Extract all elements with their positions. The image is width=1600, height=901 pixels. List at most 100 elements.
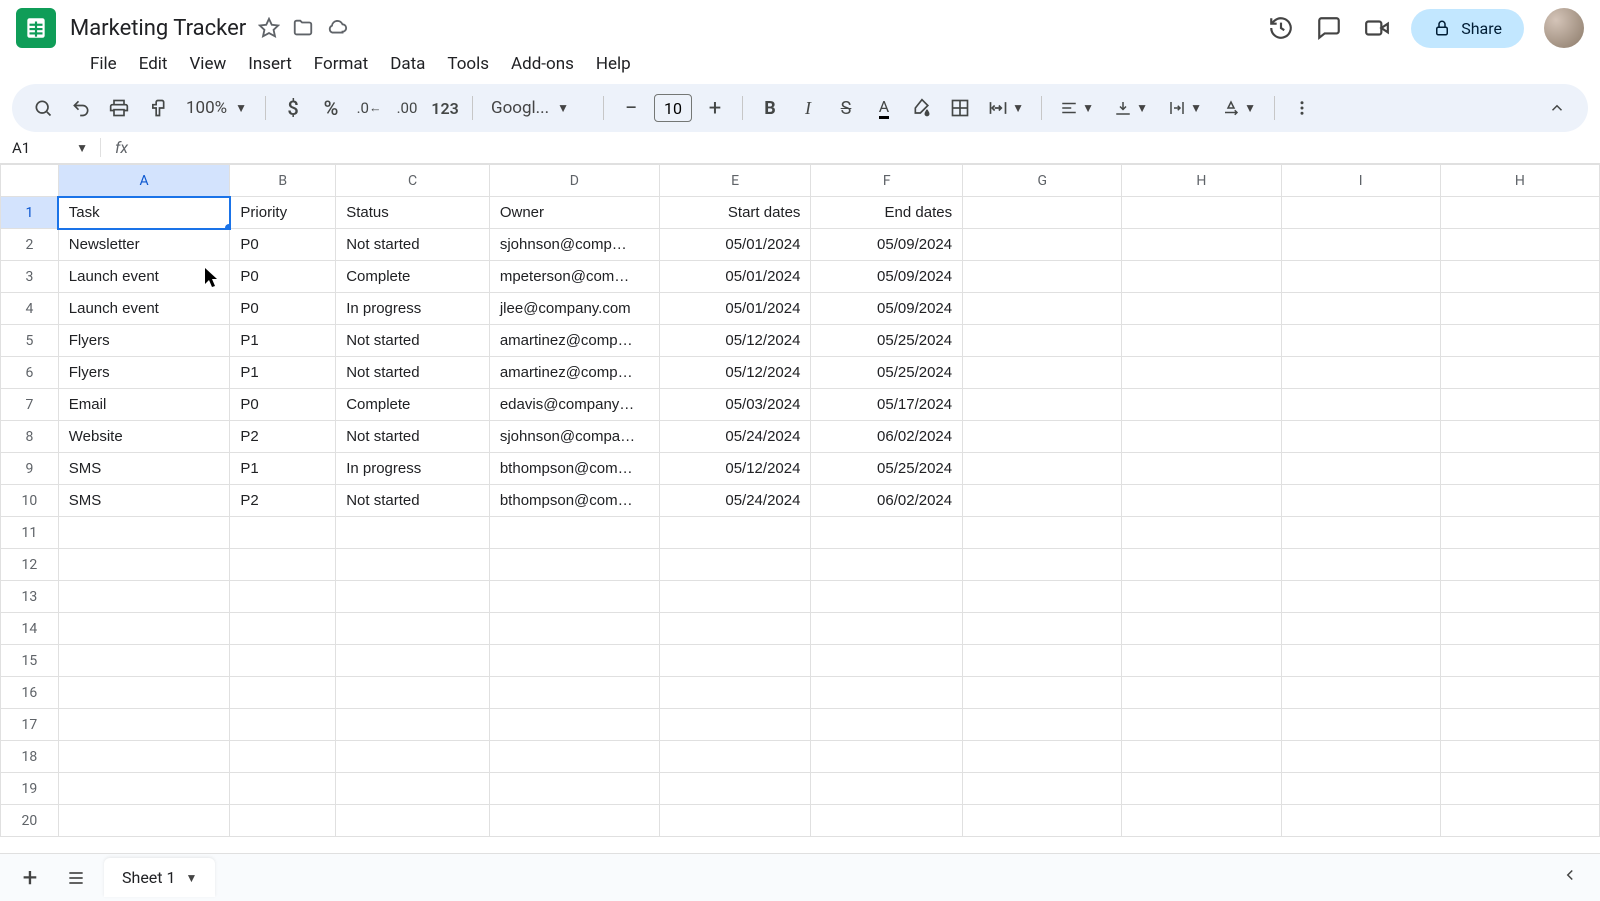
cell-I16[interactable] bbox=[1281, 677, 1440, 709]
cell-A18[interactable] bbox=[58, 741, 230, 773]
row-header-11[interactable]: 11 bbox=[1, 517, 59, 549]
cell-I1[interactable] bbox=[1281, 197, 1440, 229]
col-header-A[interactable]: A bbox=[58, 165, 230, 197]
menu-addons[interactable]: Add-ons bbox=[501, 50, 584, 78]
cell-A1[interactable]: Task bbox=[58, 197, 230, 229]
merge-cells-icon[interactable]: ▼ bbox=[981, 91, 1031, 125]
cell-F9[interactable]: 05/25/2024 bbox=[811, 453, 963, 485]
select-all-corner[interactable] bbox=[1, 165, 59, 197]
cell-D8[interactable]: sjohnson@compa… bbox=[489, 421, 659, 453]
row-header-2[interactable]: 2 bbox=[1, 229, 59, 261]
cell-A12[interactable] bbox=[58, 549, 230, 581]
col-header-C[interactable]: C bbox=[336, 165, 490, 197]
cell-E14[interactable] bbox=[659, 613, 811, 645]
cell-F2[interactable]: 05/09/2024 bbox=[811, 229, 963, 261]
cell-B10[interactable]: P2 bbox=[230, 485, 336, 517]
undo-icon[interactable] bbox=[64, 91, 98, 125]
cell-E12[interactable] bbox=[659, 549, 811, 581]
cell-G5[interactable] bbox=[963, 325, 1122, 357]
cell-D15[interactable] bbox=[489, 645, 659, 677]
cell-E1[interactable]: Start dates bbox=[659, 197, 811, 229]
search-menus-icon[interactable] bbox=[26, 91, 60, 125]
cell-E16[interactable] bbox=[659, 677, 811, 709]
cell-E11[interactable] bbox=[659, 517, 811, 549]
cell-C4[interactable]: In progress bbox=[336, 293, 490, 325]
explore-button[interactable] bbox=[1554, 859, 1586, 891]
font-size-increase[interactable]: + bbox=[698, 91, 732, 125]
cell-A13[interactable] bbox=[58, 581, 230, 613]
cell-A3[interactable]: Launch event bbox=[58, 261, 230, 293]
cell-G16[interactable] bbox=[963, 677, 1122, 709]
cell-H17[interactable] bbox=[1440, 709, 1599, 741]
text-wrap-icon[interactable]: ▼ bbox=[1160, 91, 1210, 125]
cell-H2[interactable] bbox=[1440, 229, 1599, 261]
font-size-decrease[interactable]: − bbox=[614, 91, 648, 125]
comments-icon[interactable] bbox=[1315, 14, 1343, 42]
cell-G9[interactable] bbox=[963, 453, 1122, 485]
cell-I5[interactable] bbox=[1281, 325, 1440, 357]
cell-C14[interactable] bbox=[336, 613, 490, 645]
cell-H19[interactable] bbox=[1440, 773, 1599, 805]
cell-A9[interactable]: SMS bbox=[58, 453, 230, 485]
cell-D17[interactable] bbox=[489, 709, 659, 741]
cell-E8[interactable]: 05/24/2024 bbox=[659, 421, 811, 453]
cell-D6[interactable]: amartinez@comp… bbox=[489, 357, 659, 389]
cell-H17[interactable] bbox=[1122, 709, 1281, 741]
cell-E20[interactable] bbox=[659, 805, 811, 837]
print-icon[interactable] bbox=[102, 91, 136, 125]
cell-F15[interactable] bbox=[811, 645, 963, 677]
cell-G3[interactable] bbox=[963, 261, 1122, 293]
cell-H11[interactable] bbox=[1440, 517, 1599, 549]
cell-G13[interactable] bbox=[963, 581, 1122, 613]
all-sheets-button[interactable] bbox=[58, 860, 94, 896]
menu-edit[interactable]: Edit bbox=[129, 50, 178, 78]
cell-G14[interactable] bbox=[963, 613, 1122, 645]
cell-A4[interactable]: Launch event bbox=[58, 293, 230, 325]
cell-E2[interactable]: 05/01/2024 bbox=[659, 229, 811, 261]
add-sheet-button[interactable]: + bbox=[12, 860, 48, 896]
cell-I2[interactable] bbox=[1281, 229, 1440, 261]
cell-C3[interactable]: Complete bbox=[336, 261, 490, 293]
cell-F8[interactable]: 06/02/2024 bbox=[811, 421, 963, 453]
cell-A19[interactable] bbox=[58, 773, 230, 805]
cell-F5[interactable]: 05/25/2024 bbox=[811, 325, 963, 357]
cell-F19[interactable] bbox=[811, 773, 963, 805]
cell-H9[interactable] bbox=[1440, 453, 1599, 485]
fill-color-icon[interactable] bbox=[905, 91, 939, 125]
cell-B13[interactable] bbox=[230, 581, 336, 613]
cell-B12[interactable] bbox=[230, 549, 336, 581]
cell-I15[interactable] bbox=[1281, 645, 1440, 677]
cell-E6[interactable]: 05/12/2024 bbox=[659, 357, 811, 389]
cell-G8[interactable] bbox=[963, 421, 1122, 453]
italic-icon[interactable]: I bbox=[791, 91, 825, 125]
cell-D5[interactable]: amartinez@comp… bbox=[489, 325, 659, 357]
cell-C13[interactable] bbox=[336, 581, 490, 613]
cell-E4[interactable]: 05/01/2024 bbox=[659, 293, 811, 325]
cell-G2[interactable] bbox=[963, 229, 1122, 261]
cell-F11[interactable] bbox=[811, 517, 963, 549]
cell-G12[interactable] bbox=[963, 549, 1122, 581]
row-header-17[interactable]: 17 bbox=[1, 709, 59, 741]
cell-I9[interactable] bbox=[1281, 453, 1440, 485]
increase-decimal-icon[interactable]: .00 bbox=[390, 91, 424, 125]
cell-E19[interactable] bbox=[659, 773, 811, 805]
cell-C1[interactable]: Status bbox=[336, 197, 490, 229]
cell-H10[interactable] bbox=[1440, 485, 1599, 517]
cell-D1[interactable]: Owner bbox=[489, 197, 659, 229]
share-button[interactable]: Share bbox=[1411, 9, 1524, 48]
cell-B17[interactable] bbox=[230, 709, 336, 741]
cell-D7[interactable]: edavis@company… bbox=[489, 389, 659, 421]
text-color-icon[interactable]: A bbox=[867, 91, 901, 125]
cell-A15[interactable] bbox=[58, 645, 230, 677]
cell-C18[interactable] bbox=[336, 741, 490, 773]
h-align-icon[interactable]: ▼ bbox=[1052, 91, 1102, 125]
cell-H20[interactable] bbox=[1122, 805, 1281, 837]
menu-help[interactable]: Help bbox=[586, 50, 641, 78]
cell-H2[interactable] bbox=[1122, 229, 1281, 261]
cell-H20[interactable] bbox=[1440, 805, 1599, 837]
cell-F1[interactable]: End dates bbox=[811, 197, 963, 229]
cell-G19[interactable] bbox=[963, 773, 1122, 805]
cell-I10[interactable] bbox=[1281, 485, 1440, 517]
col-header-H[interactable]: H bbox=[1440, 165, 1599, 197]
cell-I11[interactable] bbox=[1281, 517, 1440, 549]
